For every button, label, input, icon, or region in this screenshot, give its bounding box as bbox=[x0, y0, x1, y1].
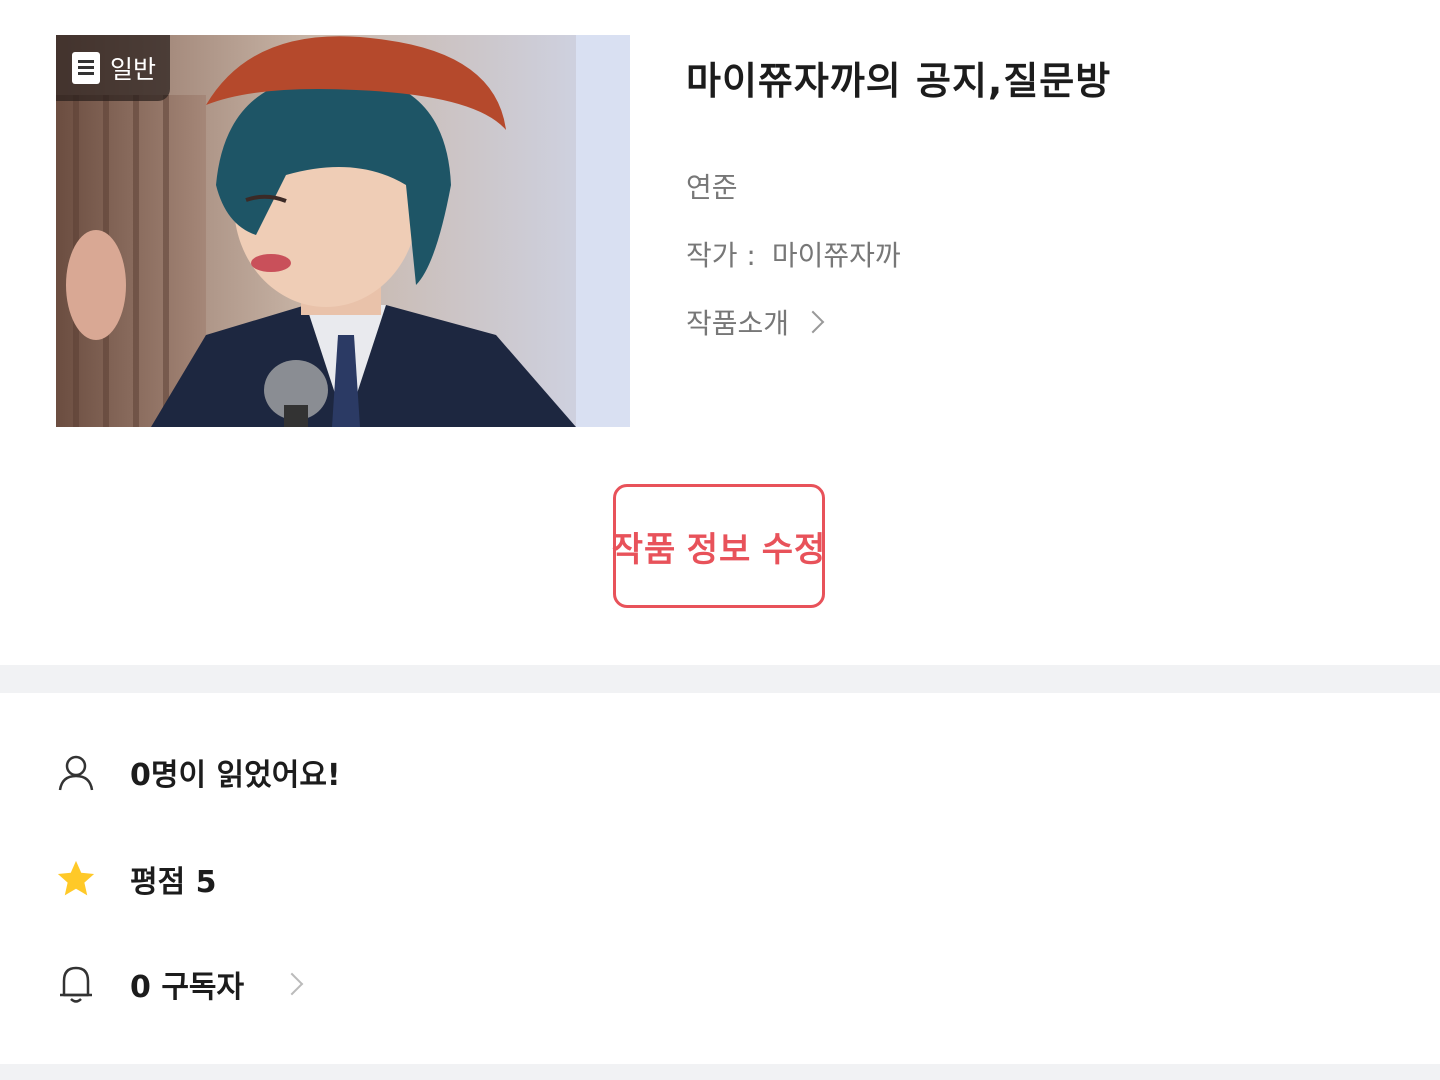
work-detail-page: 일반 마이쮸자까의 공지,질문방 연준 작가 : 마이쮸자까 작품소개 작품 정… bbox=[0, 0, 1440, 1080]
readers-stat: 0명이 읽었어요! bbox=[56, 750, 341, 794]
person-icon bbox=[56, 752, 96, 792]
genre-badge-label: 일반 bbox=[110, 55, 157, 84]
genre-badge: 일반 bbox=[56, 35, 170, 101]
bell-icon bbox=[56, 964, 96, 1004]
section-divider bbox=[0, 665, 1440, 693]
edit-work-info-button[interactable]: 작품 정보 수정 bbox=[612, 484, 825, 608]
author-label: 작가 : bbox=[686, 239, 756, 272]
rating-value: 평점 5 bbox=[130, 865, 217, 900]
readers-count: 0명이 읽었어요! bbox=[130, 758, 341, 793]
work-intro-label: 작품소개 bbox=[686, 307, 790, 340]
chevron-right-icon bbox=[280, 972, 304, 996]
subscribers-stat[interactable]: 0 구독자 bbox=[56, 962, 304, 1006]
work-title: 마이쮸자까의 공지,질문방 bbox=[686, 59, 1112, 103]
document-icon bbox=[72, 52, 100, 84]
chevron-right-icon bbox=[801, 310, 825, 334]
work-genre: 연준 bbox=[686, 171, 738, 204]
section-divider bbox=[0, 1064, 1440, 1080]
rating-stat: 평점 5 bbox=[56, 857, 217, 901]
author-name: 마이쮸자까 bbox=[771, 239, 901, 272]
subscribers-count: 0 구독자 bbox=[130, 970, 245, 1005]
work-intro-link[interactable]: 작품소개 bbox=[686, 302, 825, 342]
author-row: 작가 : 마이쮸자까 bbox=[686, 234, 901, 274]
star-icon bbox=[56, 859, 96, 899]
